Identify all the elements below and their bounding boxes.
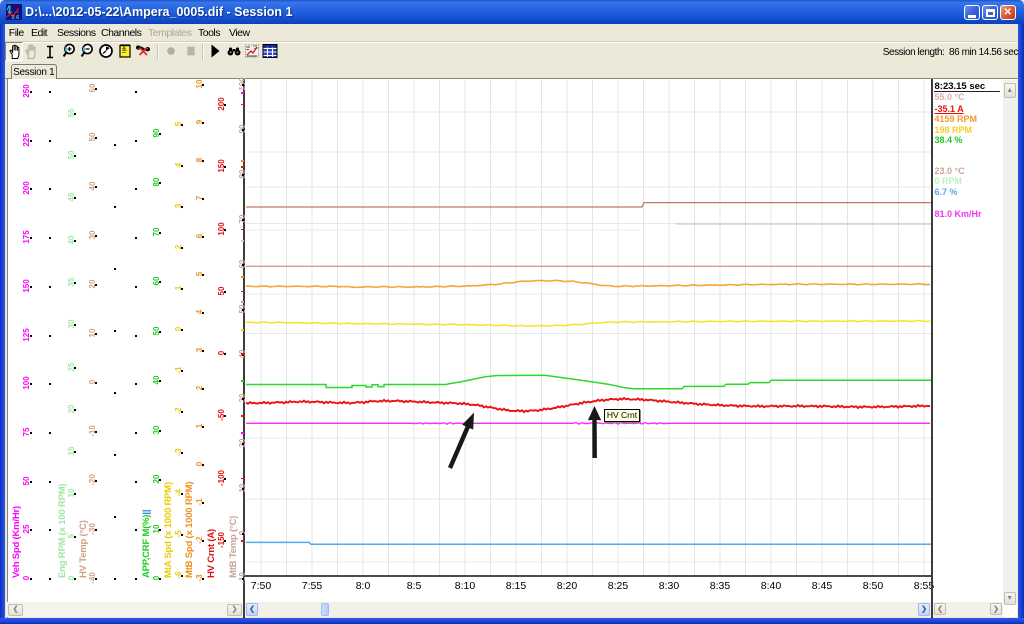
svg-text:3 6: 3 6 xyxy=(12,15,20,20)
svg-text:5: 5 xyxy=(123,46,126,52)
